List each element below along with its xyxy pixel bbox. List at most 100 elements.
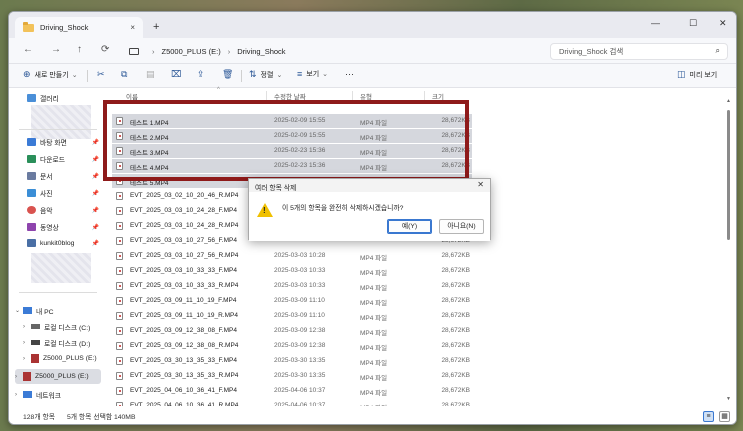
- table-row[interactable]: EVT_2025_04_06_10_36_41_F.MP4 2025-04-06 …: [112, 384, 472, 398]
- new-button[interactable]: ⊕ 새로 만들기 ⌄: [23, 69, 78, 80]
- sidebar-item-drive-e-root[interactable]: › Z5000_PLUS (E:): [15, 369, 101, 384]
- copy-icon[interactable]: ⧉: [121, 69, 131, 80]
- chevron-right-icon[interactable]: ›: [15, 374, 23, 380]
- column-divider[interactable]: [352, 91, 353, 100]
- file-name: EVT_2025_03_30_13_35_33_R.MP4: [130, 372, 239, 379]
- table-row[interactable]: 테스트 3.MP4 2025-02-23 15:36 MP4 파일 28,672KB: [112, 144, 472, 158]
- sidebar-item-drive-d[interactable]: › 로컬 디스크 (D:): [23, 335, 109, 350]
- view-icon: ≡: [297, 69, 303, 79]
- view-button[interactable]: ≡ 보기 ⌄: [297, 69, 328, 79]
- sidebar-item-label: 네트워크: [36, 392, 62, 400]
- column-header-name[interactable]: 이름: [126, 91, 138, 101]
- tiles-view-button[interactable]: ▦: [719, 411, 730, 422]
- sidebar-item-gallery[interactable]: 갤러리: [27, 93, 101, 103]
- maximize-button[interactable]: ☐: [689, 18, 697, 29]
- tab-close-button[interactable]: ×: [130, 23, 135, 32]
- sidebar-item-drive-e[interactable]: › Z5000_PLUS (E:): [23, 351, 109, 366]
- file-size: 28,672KB: [441, 117, 470, 124]
- refresh-button[interactable]: ⟳: [101, 44, 109, 55]
- scroll-down-icon[interactable]: ▼: [726, 396, 731, 402]
- table-row[interactable]: EVT_2025_03_03_10_33_33_F.MP4 2025-03-03 …: [112, 264, 472, 278]
- toolbar-divider: [241, 70, 242, 82]
- no-button[interactable]: 아니요(N): [439, 219, 484, 234]
- table-row[interactable]: EVT_2025_03_09_12_38_08_F.MP4 2025-03-09 …: [112, 324, 472, 338]
- table-row[interactable]: EVT_2025_03_03_10_27_56_R.MP4 2025-03-03 …: [112, 249, 472, 263]
- table-row[interactable]: EVT_2025_03_09_11_10_19_R.MP4 2025-03-09 …: [112, 309, 472, 323]
- table-row[interactable]: EVT_2025_03_30_13_35_33_R.MP4 2025-03-30 …: [112, 369, 472, 383]
- column-header-type[interactable]: 유형: [360, 91, 372, 101]
- delete-icon[interactable]: 🗑: [222, 69, 237, 80]
- pin-icon: 📌: [91, 139, 99, 146]
- chevron-right-icon[interactable]: ›: [23, 356, 31, 362]
- sidebar-item-this-pc[interactable]: ⌄ 내 PC: [15, 303, 101, 318]
- file-type: MP4 파일: [360, 120, 388, 127]
- table-row[interactable]: EVT_2025_03_09_11_10_19_F.MP4 2025-03-09 …: [112, 294, 472, 308]
- minimize-button[interactable]: —: [651, 18, 660, 28]
- share-icon[interactable]: ⇪: [197, 69, 209, 80]
- sidebar-item-pictures[interactable]: 사진 📌: [27, 188, 101, 198]
- column-header-size[interactable]: 크기: [432, 91, 444, 101]
- chevron-right-icon[interactable]: ›: [15, 392, 23, 398]
- desktop-icon: [27, 138, 36, 146]
- sidebar-item-drive-c[interactable]: › 로컬 디스크 (C:): [23, 319, 109, 334]
- sidebar-item-documents[interactable]: 문서 📌: [27, 171, 101, 181]
- sidebar-item-videos[interactable]: 동영상 📌: [27, 222, 101, 232]
- search-input[interactable]: Driving_Shock 검색 ⌕: [550, 43, 728, 60]
- more-options-button[interactable]: ···: [345, 69, 354, 79]
- table-row[interactable]: 테스트 1.MP4 2025-02-09 15:55 MP4 파일 28,672KB: [112, 114, 472, 128]
- sidebar-item-label: 로컬 디스크 (D:): [44, 340, 91, 348]
- video-file-icon: [116, 222, 123, 230]
- warning-icon-mark: !: [263, 206, 266, 215]
- video-file-icon: [116, 147, 123, 155]
- file-type: MP4 파일: [360, 255, 388, 262]
- table-row[interactable]: EVT_2025_03_03_10_33_33_R.MP4 2025-03-03 …: [112, 279, 472, 293]
- details-view-button[interactable]: ≡: [703, 411, 714, 422]
- usb-drive-icon: [23, 372, 31, 381]
- chevron-right-icon[interactable]: ›: [23, 340, 31, 346]
- rename-icon[interactable]: ⌧: [171, 69, 185, 80]
- sidebar-item-network[interactable]: › 네트워크: [15, 387, 101, 402]
- sort-button[interactable]: ⇅ 정렬 ⌄: [249, 69, 282, 80]
- chevron-down-icon[interactable]: ⌄: [15, 307, 23, 314]
- scrollbar-thumb[interactable]: [727, 110, 730, 240]
- cut-icon[interactable]: ✂: [97, 69, 109, 80]
- up-button[interactable]: ↑: [77, 44, 82, 55]
- file-date: 2025-03-09 12:38: [274, 342, 326, 349]
- file-size: 28,672KB: [441, 357, 470, 364]
- preview-pane-label: 미리 보기: [689, 71, 718, 79]
- sidebar-item-downloads[interactable]: 다운로드 📌: [27, 154, 101, 164]
- file-date: 2025-03-03 10:28: [274, 252, 326, 259]
- video-file-icon: [116, 282, 123, 290]
- pin-icon: 📌: [91, 240, 99, 247]
- dialog-close-button[interactable]: ✕: [477, 180, 484, 189]
- paste-icon[interactable]: ▤: [146, 69, 159, 80]
- breadcrumb-drive[interactable]: Z5000_PLUS (E:): [162, 47, 221, 56]
- column-divider[interactable]: [266, 91, 267, 100]
- table-row[interactable]: 테스트 4.MP4 2025-02-23 15:36 MP4 파일 28,672KB: [112, 159, 472, 173]
- chevron-right-icon[interactable]: ›: [23, 324, 31, 330]
- column-header-date[interactable]: 수정한 날짜: [274, 91, 306, 101]
- table-row[interactable]: EVT_2025_03_09_12_38_08_R.MP4 2025-03-09 …: [112, 339, 472, 353]
- yes-button[interactable]: 예(Y): [387, 219, 432, 234]
- new-button-label: 새로 만들기: [34, 71, 69, 79]
- vertical-scrollbar[interactable]: ▲ ▼: [726, 98, 731, 402]
- column-divider[interactable]: [424, 91, 425, 100]
- close-window-button[interactable]: ✕: [719, 18, 727, 29]
- table-row[interactable]: EVT_2025_03_30_13_35_33_F.MP4 2025-03-30 …: [112, 354, 472, 368]
- new-tab-button[interactable]: +: [153, 21, 159, 33]
- scroll-up-icon[interactable]: ▲: [726, 98, 731, 104]
- preview-pane-button[interactable]: ◫ 미리 보기: [677, 69, 717, 80]
- sidebar-item-label: 사진: [40, 191, 53, 198]
- forward-button[interactable]: →: [51, 44, 61, 55]
- tab-driving-shock[interactable]: Driving_Shock ×: [15, 17, 143, 38]
- sidebar-item-blog-folder[interactable]: kunkit0blog 📌: [27, 239, 101, 247]
- table-row[interactable]: 테스트 2.MP4 2025-02-09 15:55 MP4 파일 28,672KB: [112, 129, 472, 143]
- sidebar-item-label: Z5000_PLUS (E:): [35, 373, 89, 380]
- sidebar-item-desktop[interactable]: 바탕 화면 📌: [27, 137, 101, 147]
- folder-icon: [27, 239, 36, 247]
- breadcrumb[interactable]: › Z5000_PLUS (E:) › Driving_Shock: [129, 42, 541, 60]
- sort-button-label: 정렬: [260, 71, 274, 79]
- sidebar-item-music[interactable]: 음악 📌: [27, 205, 101, 215]
- back-button[interactable]: ←: [23, 44, 33, 55]
- breadcrumb-folder[interactable]: Driving_Shock: [237, 47, 285, 56]
